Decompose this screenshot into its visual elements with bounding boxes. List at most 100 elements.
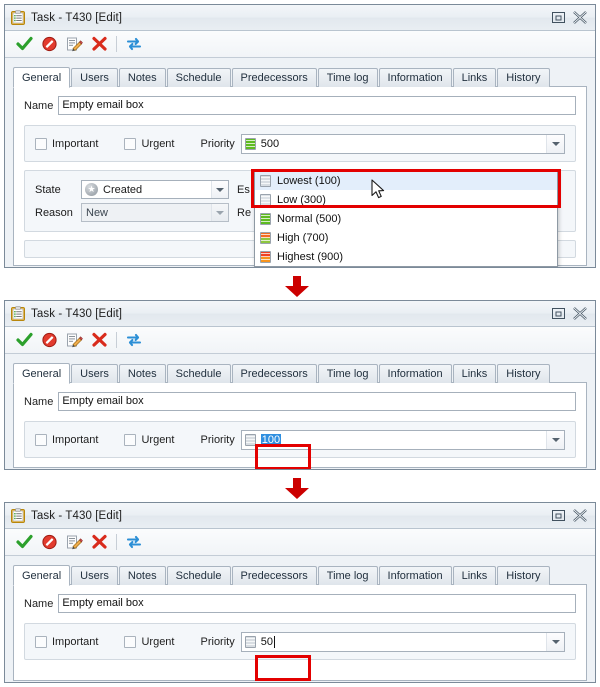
client-area: General Users Notes Schedule Predecessor… xyxy=(5,354,595,468)
state-combobox[interactable]: ★ Created xyxy=(81,180,229,199)
title-bar: Task - T430 [Edit] xyxy=(5,503,595,529)
tab-general[interactable]: General xyxy=(13,565,71,586)
tab-history[interactable]: History xyxy=(497,364,550,383)
tab-schedule[interactable]: Schedule xyxy=(166,566,231,585)
tab-time-log[interactable]: Time log xyxy=(317,68,378,87)
tab-history[interactable]: History xyxy=(497,68,550,87)
refresh-button[interactable] xyxy=(123,531,145,553)
edit-button[interactable] xyxy=(63,33,85,55)
refresh-button[interactable] xyxy=(123,33,145,55)
important-checkbox[interactable] xyxy=(35,433,47,446)
refresh-button[interactable] xyxy=(123,329,145,351)
name-input[interactable]: Empty email box xyxy=(58,594,576,613)
urgent-checkbox-wrap[interactable]: Urgent xyxy=(124,137,175,150)
tab-users[interactable]: Users xyxy=(71,68,118,87)
priority-combobox[interactable]: 50 xyxy=(240,631,565,652)
state-dropdown-arrow[interactable] xyxy=(211,181,228,198)
name-input[interactable]: Empty email box xyxy=(58,96,576,115)
reason-combobox[interactable]: New xyxy=(81,203,229,222)
tab-general[interactable]: General xyxy=(13,363,71,384)
priority-dropdown-list[interactable]: Lowest (100) Low (300) Normal (500) High… xyxy=(254,170,558,267)
cancel-button[interactable] xyxy=(38,329,60,351)
dropdown-item-normal[interactable]: Normal (500) xyxy=(255,209,557,228)
tab-predecessors[interactable]: Predecessors xyxy=(231,68,317,87)
urgent-checkbox[interactable] xyxy=(124,635,137,648)
name-input[interactable]: Empty email box xyxy=(58,392,576,411)
tab-predecessors[interactable]: Predecessors xyxy=(231,566,317,585)
priority-bars-icon xyxy=(260,212,271,225)
dropdown-item-lowest[interactable]: Lowest (100) xyxy=(255,171,557,190)
priority-value-text[interactable]: 100 xyxy=(260,433,282,446)
flags-groupbox: Important Urgent Priority 50 xyxy=(24,623,576,660)
priority-combobox[interactable]: 100 xyxy=(240,429,565,450)
tab-time-log[interactable]: Time log xyxy=(317,566,378,585)
urgent-label: Urgent xyxy=(141,433,175,446)
tab-links[interactable]: Links xyxy=(452,68,497,87)
ok-accept-button[interactable] xyxy=(13,33,35,55)
flags-row: Important Urgent Priority 50 xyxy=(35,631,565,652)
tab-predecessors[interactable]: Predecessors xyxy=(231,364,317,383)
cancel-button[interactable] xyxy=(38,531,60,553)
restore-window-button[interactable] xyxy=(547,9,569,27)
dropdown-item-high[interactable]: High (700) xyxy=(255,228,557,247)
chevron-down-icon xyxy=(216,187,224,192)
urgent-checkbox[interactable] xyxy=(124,137,137,150)
delete-button[interactable] xyxy=(88,33,110,55)
clipboard-icon xyxy=(11,10,25,25)
tab-time-log[interactable]: Time log xyxy=(317,364,378,383)
dropdown-item-label: Low (300) xyxy=(277,193,326,206)
important-checkbox[interactable] xyxy=(35,137,47,150)
priority-combobox[interactable]: 500 xyxy=(240,133,565,154)
flags-groupbox: Important Urgent Priority 100 xyxy=(24,421,576,458)
tab-information[interactable]: Information xyxy=(378,364,452,383)
important-checkbox-wrap[interactable]: Important xyxy=(35,137,98,150)
dropdown-item-highest[interactable]: Highest (900) xyxy=(255,247,557,266)
cancel-button[interactable] xyxy=(38,33,60,55)
edit-button[interactable] xyxy=(63,329,85,351)
mouse-cursor xyxy=(371,179,386,203)
delete-button[interactable] xyxy=(88,329,110,351)
urgent-checkbox[interactable] xyxy=(124,433,137,446)
name-row: Name Empty email box xyxy=(24,392,576,411)
name-label: Name xyxy=(24,99,54,112)
priority-dropdown-arrow[interactable] xyxy=(546,632,564,651)
restore-window-button[interactable] xyxy=(547,507,569,525)
priority-label: Priority xyxy=(200,137,235,150)
toolbar xyxy=(5,529,595,556)
tab-page-general: Name Empty email box Important Urgent Pr… xyxy=(13,382,587,468)
priority-dropdown-arrow[interactable] xyxy=(546,134,564,153)
tab-information[interactable]: Information xyxy=(378,566,452,585)
close-window-button[interactable] xyxy=(569,507,591,525)
priority-value-text[interactable]: 50 xyxy=(261,636,273,648)
reason-dropdown-arrow[interactable] xyxy=(211,204,228,221)
state-label: State xyxy=(35,183,61,196)
urgent-checkbox-wrap[interactable]: Urgent xyxy=(124,433,175,446)
tab-links[interactable]: Links xyxy=(452,364,497,383)
important-checkbox-wrap[interactable]: Important xyxy=(35,433,99,446)
tab-notes[interactable]: Notes xyxy=(118,364,166,383)
priority-dropdown-arrow[interactable] xyxy=(546,430,564,449)
close-window-button[interactable] xyxy=(569,305,591,323)
tab-users[interactable]: Users xyxy=(71,566,118,585)
edit-button[interactable] xyxy=(63,531,85,553)
tab-schedule[interactable]: Schedule xyxy=(166,364,231,383)
important-checkbox[interactable] xyxy=(35,635,47,648)
important-label: Important xyxy=(52,433,99,446)
tab-users[interactable]: Users xyxy=(71,364,118,383)
urgent-checkbox-wrap[interactable]: Urgent xyxy=(124,635,175,648)
important-checkbox-wrap[interactable]: Important xyxy=(35,635,98,648)
restore-window-button[interactable] xyxy=(547,305,569,323)
tab-history[interactable]: History xyxy=(497,566,550,585)
tab-links[interactable]: Links xyxy=(452,566,497,585)
flags-row: Important Urgent Priority 100 xyxy=(35,429,565,450)
tab-general[interactable]: General xyxy=(13,67,71,88)
dropdown-item-low[interactable]: Low (300) xyxy=(255,190,557,209)
tab-notes[interactable]: Notes xyxy=(118,566,166,585)
tab-schedule[interactable]: Schedule xyxy=(166,68,231,87)
tab-notes[interactable]: Notes xyxy=(118,68,166,87)
ok-accept-button[interactable] xyxy=(13,329,35,351)
ok-accept-button[interactable] xyxy=(13,531,35,553)
tab-information[interactable]: Information xyxy=(378,68,452,87)
close-window-button[interactable] xyxy=(569,9,591,27)
delete-button[interactable] xyxy=(88,531,110,553)
